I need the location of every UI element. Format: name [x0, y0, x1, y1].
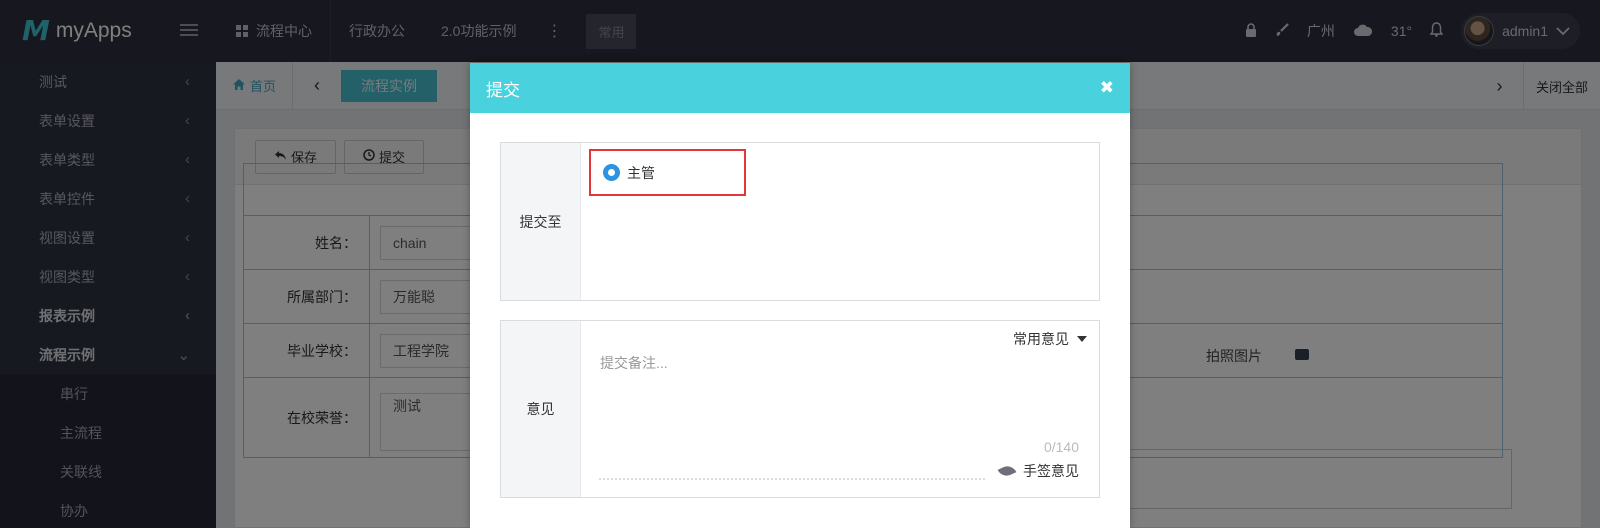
common-opinion-dropdown[interactable]: 常用意见: [1013, 329, 1087, 349]
opinion-section: 意见 常用意见 提交备注... 0/140 手签意见: [500, 320, 1100, 498]
radio-option-supervisor[interactable]: 主管: [589, 149, 746, 196]
submit-to-label: 提交至: [501, 143, 581, 300]
submit-to-options: 主管: [581, 143, 1099, 300]
button-label: 手签意见: [1023, 463, 1079, 479]
dialog-header: 提交 ✖: [470, 63, 1130, 113]
leaf-icon: [997, 463, 1017, 479]
opinion-label: 意见: [501, 321, 581, 497]
handwritten-opinion-button[interactable]: 手签意见: [997, 461, 1079, 481]
caret-down-icon: [1077, 336, 1087, 342]
opinion-body: 常用意见 提交备注... 0/140 手签意见: [581, 321, 1099, 497]
submit-dialog: 提交 ✖ 提交至 主管 意见 常用意见 提交备注... 0/140 手签意见: [470, 63, 1130, 528]
dialog-title: 提交: [486, 80, 520, 100]
dropdown-label: 常用意见: [1013, 331, 1069, 347]
radio-label: 主管: [627, 164, 655, 181]
divider: [599, 478, 985, 480]
submit-to-section: 提交至 主管: [500, 142, 1100, 301]
radio-checked-icon[interactable]: [603, 164, 620, 181]
remark-textarea[interactable]: 提交备注...: [600, 353, 668, 373]
close-icon[interactable]: ✖: [1100, 78, 1114, 98]
char-counter: 0/140: [1043, 439, 1079, 455]
